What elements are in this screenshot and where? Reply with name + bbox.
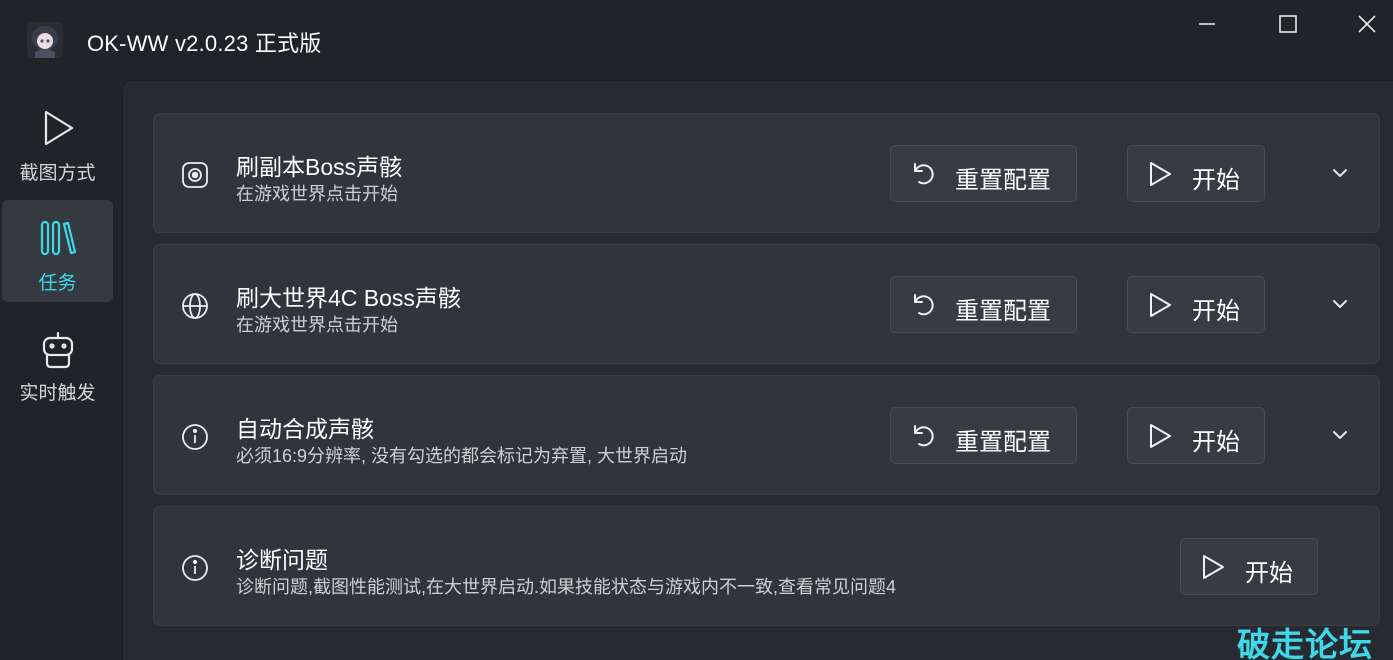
start-button[interactable]: 开始 [1127, 276, 1265, 333]
info-icon [180, 422, 210, 452]
task-title: 诊断问题 [236, 547, 328, 573]
play-icon [1146, 422, 1174, 450]
task-card-auto-combine: 自动合成声骸 必须16:9分辨率, 没有勾选的都会标记为弃置, 大世界启动 重置… [153, 375, 1380, 495]
task-card-dungeon-boss: 刷副本Boss声骸 在游戏世界点击开始 重置配置 开始 [153, 113, 1380, 233]
app-window: OK-WW v2.0.23 正式版 截图方式 任务 实时触发 刷副本Boss声骸… [0, 0, 1393, 660]
start-button[interactable]: 开始 [1127, 145, 1265, 202]
play-outline-icon [2, 108, 113, 154]
expand-button[interactable] [1326, 423, 1354, 447]
task-description: 在游戏世界点击开始 [236, 184, 398, 204]
robot-icon [2, 330, 113, 376]
reset-config-button[interactable]: 重置配置 [890, 276, 1077, 333]
app-logo-icon [27, 22, 63, 58]
window-title: OK-WW v2.0.23 正式版 [87, 31, 322, 56]
title-bar[interactable]: OK-WW v2.0.23 正式版 [0, 0, 1393, 80]
sidebar-item-label: 截图方式 [19, 163, 96, 184]
start-label: 开始 [1245, 560, 1293, 587]
start-button[interactable]: 开始 [1180, 538, 1318, 595]
chevron-down-icon [1333, 169, 1347, 177]
minimize-icon [1199, 23, 1215, 25]
task-card-diagnose: 诊断问题 诊断问题,截图性能测试,在大世界启动.如果技能状态与游戏内不一致,查看… [153, 506, 1380, 626]
undo-icon [909, 160, 937, 188]
undo-icon [909, 291, 937, 319]
chevron-down-icon [1333, 300, 1347, 308]
forum-watermark: 破走论坛 [1237, 626, 1373, 660]
play-icon [1146, 291, 1174, 319]
chevron-down-icon [1333, 431, 1347, 439]
play-icon [1199, 553, 1227, 581]
close-icon [1358, 15, 1376, 33]
reset-config-label: 重置配置 [955, 167, 1051, 194]
maximize-icon [1279, 15, 1297, 33]
sidebar-item-label: 任务 [38, 273, 77, 294]
sidebar-item-realtime-trigger[interactable]: 实时触发 [2, 310, 113, 412]
reset-config-button[interactable]: 重置配置 [890, 145, 1077, 202]
sidebar-item-label: 实时触发 [19, 383, 96, 404]
undo-icon [909, 422, 937, 450]
maximize-button[interactable] [1268, 8, 1308, 40]
task-title: 刷副本Boss声骸 [236, 154, 403, 180]
target-icon [180, 160, 210, 190]
sidebar: 截图方式 任务 实时触发 [0, 80, 122, 660]
library-icon [2, 218, 113, 264]
start-label: 开始 [1192, 167, 1240, 194]
start-label: 开始 [1192, 298, 1240, 325]
expand-button[interactable] [1326, 161, 1354, 185]
reset-config-label: 重置配置 [955, 298, 1051, 325]
task-description: 在游戏世界点击开始 [236, 315, 398, 335]
start-button[interactable]: 开始 [1127, 407, 1265, 464]
reset-config-label: 重置配置 [955, 429, 1051, 456]
globe-icon [180, 291, 210, 321]
task-description: 必须16:9分辨率, 没有勾选的都会标记为弃置, 大世界启动 [236, 446, 688, 466]
task-description: 诊断问题,截图性能测试,在大世界启动.如果技能状态与游戏内不一致,查看常见问题4 [236, 577, 897, 597]
reset-config-button[interactable]: 重置配置 [890, 407, 1077, 464]
minimize-button[interactable] [1187, 8, 1227, 40]
sidebar-item-tasks[interactable]: 任务 [2, 200, 113, 302]
close-button[interactable] [1347, 8, 1387, 40]
expand-button[interactable] [1326, 292, 1354, 316]
play-icon [1146, 160, 1174, 188]
sidebar-item-capture-method[interactable]: 截图方式 [2, 92, 113, 194]
task-title: 自动合成声骸 [236, 416, 374, 442]
task-title: 刷大世界4C Boss声骸 [236, 285, 461, 311]
task-card-overworld-boss: 刷大世界4C Boss声骸 在游戏世界点击开始 重置配置 开始 [153, 244, 1380, 364]
info-icon [180, 553, 210, 583]
task-list-panel: 刷副本Boss声骸 在游戏世界点击开始 重置配置 开始 刷大世界4C Boss声… [122, 80, 1393, 660]
start-label: 开始 [1192, 429, 1240, 456]
